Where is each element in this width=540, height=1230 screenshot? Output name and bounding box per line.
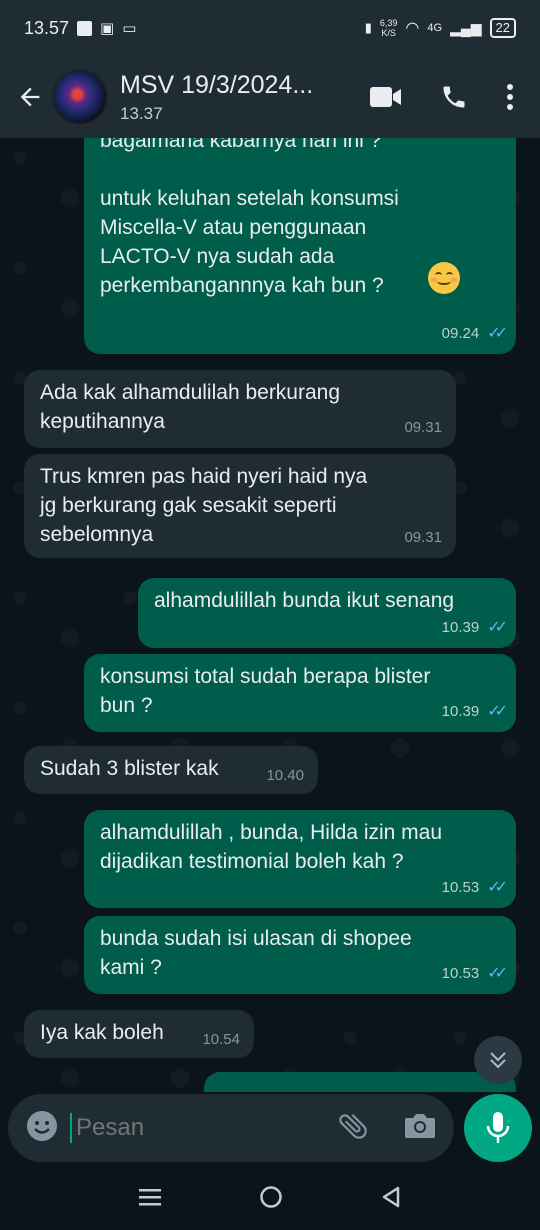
contact-info[interactable]: MSV 19/3/2024... 13.37 <box>120 71 313 124</box>
message-bubble[interactable]: Ada kak alhamdulilah berkurang keputihan… <box>24 370 456 448</box>
voice-call-icon[interactable] <box>440 83 468 111</box>
back-arrow-icon[interactable] <box>8 67 52 127</box>
vibrate-icon: ▮ <box>364 20 372 35</box>
notification-icon <box>77 20 93 36</box>
message-input-container <box>8 1094 454 1162</box>
read-ticks-icon: ✓✓ <box>487 325 508 342</box>
message-time: 10.53 <box>441 879 480 896</box>
recent-apps-icon[interactable] <box>139 1187 161 1212</box>
sim-icon: ▣ <box>100 20 115 37</box>
battery-indicator: 22 <box>489 18 516 38</box>
network-speed: 6,39 K/S <box>380 18 398 38</box>
speed-unit: K/S <box>381 28 396 38</box>
chat-title: MSV 19/3/2024... <box>120 70 314 99</box>
message-text: konsumsi total sudah berapa blister bun … <box>100 665 431 717</box>
message-bubble[interactable]: bagaimana kabarnya hari ini ? untuk kelu… <box>84 138 516 354</box>
message-time: 10.40 <box>266 767 304 784</box>
signal-icon: ▂▄▆ <box>450 19 482 36</box>
read-ticks-icon: ✓✓ <box>487 703 508 720</box>
avatar[interactable] <box>52 69 108 125</box>
chat-subtitle: 13.37 <box>120 103 163 123</box>
message-time: 10.39 <box>441 619 480 636</box>
smiling-face-icon <box>428 262 460 294</box>
more-options-icon[interactable] <box>506 83 514 111</box>
status-time: 13.57 <box>24 17 70 38</box>
attach-icon[interactable] <box>336 1109 370 1148</box>
message-bubble[interactable]: alhamdulillah , bunda, Hilda izin mau di… <box>84 810 516 908</box>
message-text: Sudah 3 blister kak <box>40 757 219 780</box>
message-bubble[interactable]: Sudah 3 blister kak 10.40 <box>24 746 318 794</box>
message-meta: 10.39 ✓✓ <box>441 613 508 642</box>
mic-button[interactable] <box>464 1094 532 1162</box>
message-input[interactable] <box>70 1113 290 1143</box>
message-time: 09.24 <box>441 325 480 342</box>
message-bubble-partial[interactable] <box>204 1072 516 1092</box>
message-bubble[interactable]: konsumsi total sudah berapa blister bun … <box>84 654 516 732</box>
message-time: 10.53 <box>441 965 480 982</box>
network-type: 4G <box>427 22 443 34</box>
compose-bar <box>0 1092 540 1168</box>
mic-icon <box>486 1112 510 1143</box>
message-text: Trus kmren pas haid nyeri haid nya jg be… <box>40 465 368 546</box>
message-text: alhamdulillah , bunda, Hilda izin mau di… <box>100 821 443 873</box>
message-meta: 10.40 <box>266 761 304 790</box>
message-meta: 10.39 ✓✓ <box>441 697 508 726</box>
read-ticks-icon: ✓✓ <box>487 619 508 636</box>
camera-icon[interactable] <box>404 1112 436 1145</box>
message-meta: 09.31 <box>404 523 442 552</box>
message-bubble[interactable]: Trus kmren pas haid nyeri haid nya jg be… <box>24 454 456 558</box>
message-meta: 10.53 ✓✓ <box>441 873 508 902</box>
status-bar: 13.57 ▣ ▭ ▮ 6,39 K/S ◠ 4G ▂▄▆ 22 <box>0 0 540 56</box>
wifi-icon: ◠ <box>405 20 420 37</box>
message-time: 10.54 <box>202 1031 240 1048</box>
scroll-to-bottom-button[interactable] <box>474 1036 522 1084</box>
message-time: 09.31 <box>404 419 442 436</box>
double-chevron-down-icon <box>490 1052 506 1069</box>
read-ticks-icon: ✓✓ <box>487 965 508 982</box>
message-bubble[interactable]: bunda sudah isi ulasan di shopee kami ? … <box>84 916 516 994</box>
chat-area[interactable]: bagaimana kabarnya hari ini ? untuk kelu… <box>0 138 540 1092</box>
message-text: alhamdulillah bunda ikut senang <box>154 589 455 612</box>
message-meta: 09.24 ✓✓ <box>441 319 508 348</box>
speed-value: 6,39 <box>379 18 398 28</box>
emoji-icon[interactable] <box>26 1110 58 1147</box>
message-time: 09.31 <box>404 529 442 546</box>
message-bubble[interactable]: Iya kak boleh 10.54 <box>24 1010 254 1058</box>
home-icon[interactable] <box>259 1185 283 1214</box>
message-meta: 10.54 <box>202 1025 240 1054</box>
back-nav-icon[interactable] <box>381 1186 401 1213</box>
message-text: bunda sudah isi ulasan di shopee kami ? <box>100 927 412 979</box>
video-call-icon[interactable] <box>370 86 402 108</box>
read-ticks-icon: ✓✓ <box>487 879 508 896</box>
laptop-icon: ▭ <box>122 20 137 37</box>
chat-header: MSV 19/3/2024... 13.37 <box>0 56 540 138</box>
message-bubble[interactable]: alhamdulillah bunda ikut senang 10.39 ✓✓ <box>138 578 516 648</box>
message-text: Ada kak alhamdulilah berkurang keputihan… <box>40 381 341 433</box>
system-nav-bar <box>0 1168 540 1230</box>
message-meta: 10.53 ✓✓ <box>441 959 508 988</box>
message-time: 10.39 <box>441 703 480 720</box>
message-meta: 09.31 <box>404 413 442 442</box>
